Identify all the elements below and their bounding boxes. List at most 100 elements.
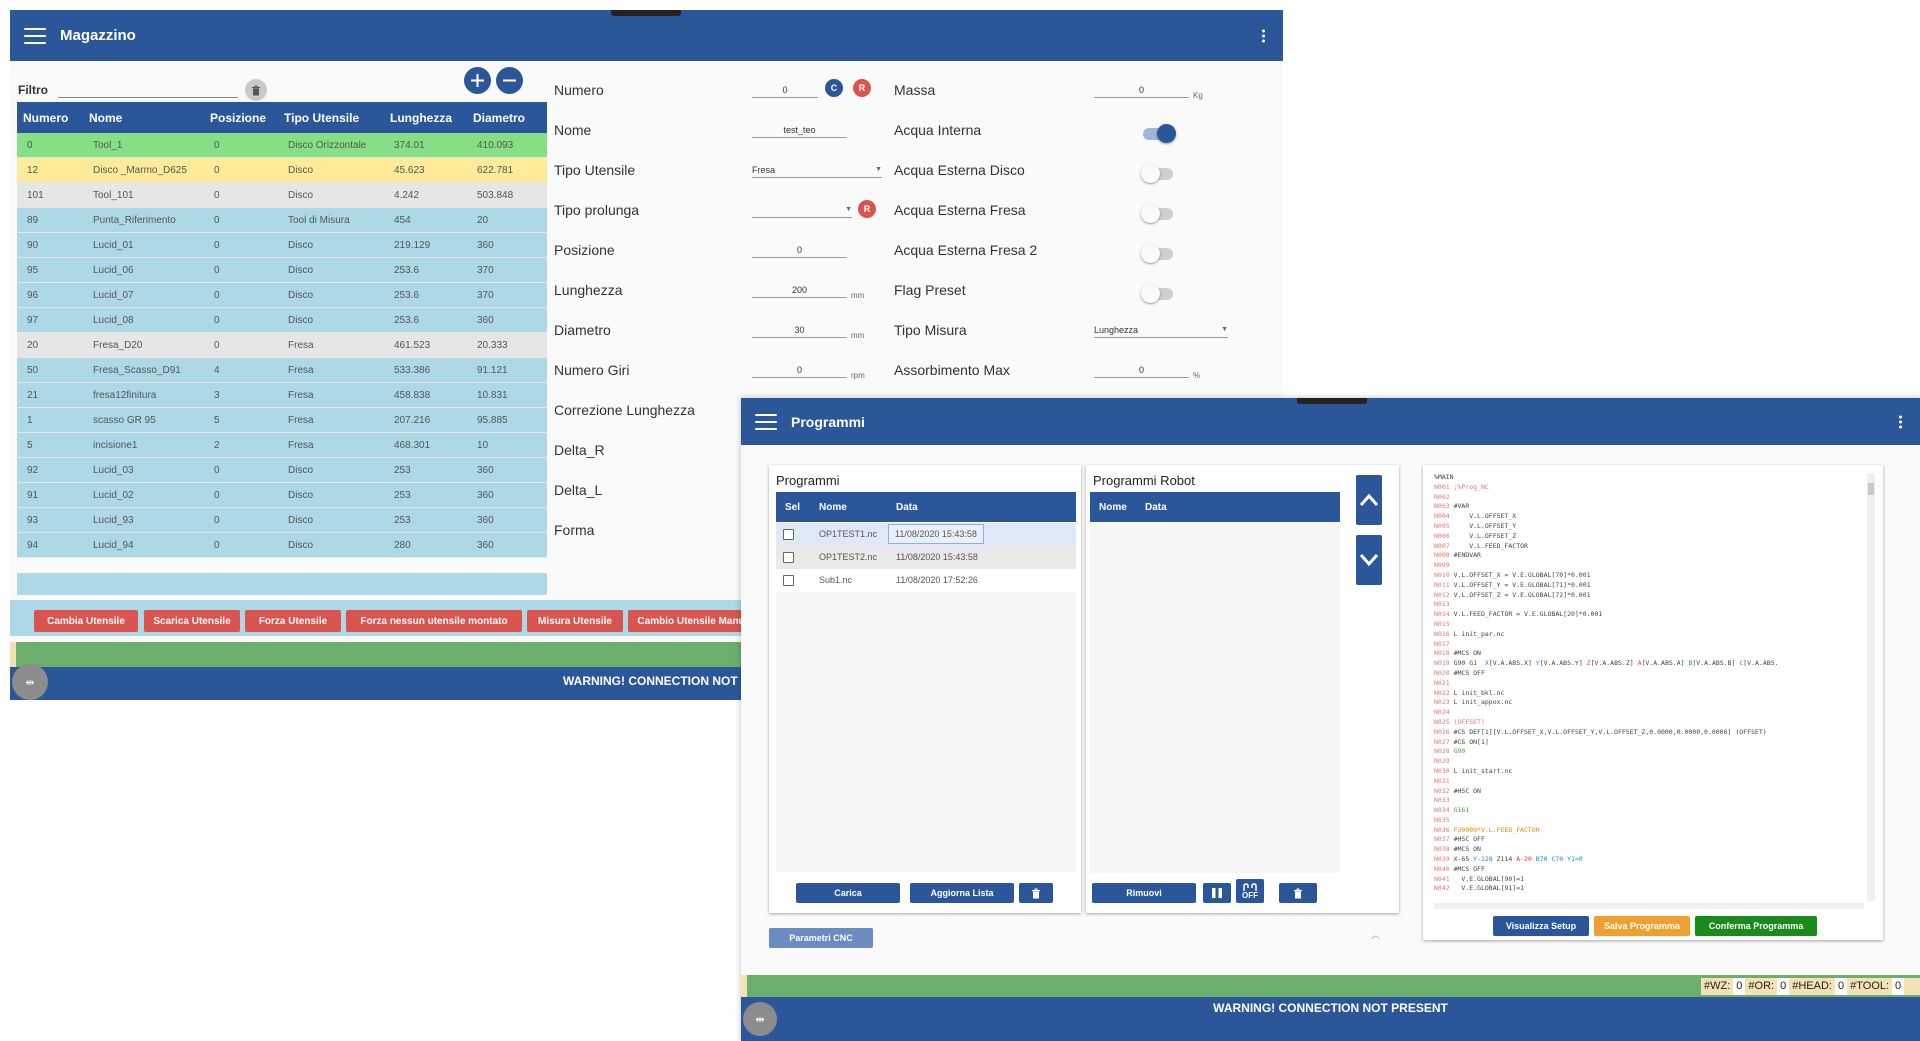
col-numero[interactable]: Numero (17, 102, 83, 133)
diametro-field[interactable]: 30 (752, 323, 847, 338)
delete-robot-program-button[interactable] (1279, 883, 1317, 903)
carica-button[interactable]: Carica (796, 883, 900, 903)
col-posizione[interactable]: Posizione (204, 102, 278, 133)
tipo-misura-select[interactable]: Lunghezza ▼ (1094, 323, 1228, 338)
delete-program-button[interactable] (1019, 883, 1053, 903)
program-row-checkbox[interactable] (783, 552, 794, 563)
massa-field[interactable]: 0 (1094, 83, 1189, 98)
code-token: [V.A.ABS.X] (1488, 659, 1536, 668)
remove-tool-button[interactable] (496, 67, 523, 94)
acqua-interna-toggle[interactable] (1143, 124, 1176, 143)
tool-row[interactable]: 96 Lucid_07 0 Disco 253.6 370 (17, 282, 547, 308)
tipo-utensile-select[interactable]: Fresa ▼ (752, 163, 882, 178)
posizione-field[interactable]: 0 (752, 243, 847, 258)
aggiorna-lista-button[interactable]: Aggiorna Lista (910, 883, 1014, 903)
misura-utensile-button[interactable]: Misura Utensile (527, 610, 623, 632)
rimuovi-button[interactable]: Rimuovi (1092, 883, 1196, 903)
tool-cell-lung: 253 (384, 482, 467, 508)
visualizza-setup-button[interactable]: Visualizza Setup (1493, 916, 1589, 936)
acqua-esterna-disco-toggle[interactable] (1141, 164, 1173, 183)
conferma-programma-button[interactable]: Conferma Programma (1695, 916, 1817, 936)
code-scrollbar-thumb[interactable] (1868, 483, 1874, 495)
tool-row[interactable]: 89 Punta_Riferimento 0 Tool di Misura 454 20 (17, 207, 547, 233)
clear-filter-button[interactable] (245, 79, 267, 101)
code-line: N018 #MCS ON (1434, 649, 1854, 659)
move-down-button[interactable] (1356, 535, 1382, 585)
tool-cell-numero: 94 (17, 532, 83, 558)
col-data[interactable]: Data (896, 502, 918, 513)
menu-icon[interactable] (24, 27, 46, 44)
collapse-chevron-icon[interactable]: ︿ (1371, 928, 1380, 941)
program-row[interactable]: OP1TEST1.nc 11/08/2020 15:43:58 (776, 523, 1076, 546)
program-row[interactable]: OP1TEST2.nc 11/08/2020 15:43:58 (776, 546, 1076, 569)
or-label: #OR: (1745, 978, 1778, 995)
tool-row[interactable]: 50 Fresa_Scasso_D91 4 Fresa 533.386 91.121 (17, 357, 547, 383)
resize-handle[interactable]: ⇹ (743, 1002, 777, 1036)
numero-field[interactable]: 0 (752, 83, 818, 98)
program-row-checkbox[interactable] (783, 575, 794, 586)
col-data[interactable]: Data (1145, 502, 1167, 513)
program-row[interactable]: Sub1.nc 11/08/2020 17:52:26 (776, 569, 1076, 592)
more-options-icon[interactable] (1262, 29, 1265, 42)
programmi-robot-card-title: Programmi Robot (1093, 473, 1195, 488)
parametri-cnc-button[interactable]: Parametri CNC (769, 928, 873, 948)
tool-row[interactable]: 97 Lucid_08 0 Disco 253.6 360 (17, 307, 547, 333)
tool-row[interactable]: 101 Tool_101 0 Disco 4.242 503.848 (17, 182, 547, 208)
nome-field[interactable]: test_teo (752, 123, 847, 138)
tool-row[interactable]: 21 fresa12finitura 3 Fresa 458.838 10.831 (17, 382, 547, 408)
col-nome[interactable]: Nome (1099, 502, 1127, 513)
col-nome[interactable]: Nome (83, 102, 204, 133)
cambia-utensile-button[interactable]: Cambia Utensile (34, 610, 138, 632)
pause-button[interactable] (1203, 883, 1231, 903)
resize-handle[interactable]: ⇹ (12, 664, 48, 700)
tool-cell-diam: 370 (467, 257, 547, 283)
tool-row[interactable]: 5 incisione1 2 Fresa 468.301 10 (17, 432, 547, 458)
forza-nessun-utensile-button[interactable]: Forza nessun utensile montato (346, 610, 522, 632)
code-scrollbar[interactable] (1867, 473, 1875, 901)
acqua-esterna-fresa-toggle[interactable] (1141, 204, 1173, 223)
numero-r-button[interactable]: R (853, 79, 871, 97)
acqua-esterna-fresa2-toggle[interactable] (1141, 244, 1173, 263)
tool-row[interactable]: 20 Fresa_D20 0 Fresa 461.523 20.333 (17, 332, 547, 358)
code-hscrollbar[interactable] (1434, 903, 1864, 909)
col-nome[interactable]: Nome (819, 502, 847, 513)
code-token: N006 (1434, 531, 1454, 540)
col-sel[interactable]: Sel (785, 502, 800, 513)
tool-row[interactable]: 1 scasso GR 95 5 Fresa 207.216 95.885 (17, 407, 547, 433)
code-token: N019 (1434, 659, 1454, 668)
add-tool-button[interactable] (464, 67, 491, 94)
tool-cell-pos: 0 (204, 482, 278, 508)
col-tipo-utensile[interactable]: Tipo Utensile (278, 102, 384, 133)
more-options-icon[interactable] (1899, 415, 1902, 428)
code-token: V.L.OFFSET_Z = V.E.GLOBAL[72]*0.001 (1453, 590, 1591, 599)
tool-cell-numero: 95 (17, 257, 83, 283)
robot-off-button[interactable]: OFF (1236, 879, 1264, 903)
tool-row[interactable]: 94 Lucid_94 0 Disco 280 360 (17, 532, 547, 558)
tool-row[interactable]: 95 Lucid_06 0 Disco 253.6 370 (17, 257, 547, 283)
scarica-utensile-button[interactable]: Scarica Utensile (144, 610, 240, 632)
tool-row[interactable]: 90 Lucid_01 0 Disco 219.129 360 (17, 232, 547, 258)
move-up-button[interactable] (1356, 475, 1382, 525)
forza-utensile-button[interactable]: Forza Utensile (245, 610, 341, 632)
tool-row[interactable]: 92 Lucid_03 0 Disco 253 360 (17, 457, 547, 483)
lunghezza-field[interactable]: 200 (752, 283, 847, 298)
tipo-prolunga-r-button[interactable]: R (858, 200, 876, 218)
menu-icon[interactable] (755, 413, 777, 430)
numero-giri-field[interactable]: 0 (752, 363, 847, 378)
col-lunghezza[interactable]: Lunghezza (384, 102, 467, 133)
salva-programma-button[interactable]: Salva Programma (1594, 916, 1690, 936)
col-diametro[interactable]: Diametro (467, 102, 547, 133)
numero-c-button[interactable]: C (825, 79, 843, 97)
tipo-prolunga-select[interactable]: ▼ (752, 203, 852, 218)
tool-cell-pos: 0 (204, 207, 278, 233)
tool-row[interactable]: 0 Tool_1 0 Disco Orizzontale 374.01 410.093 (17, 133, 547, 158)
tool-row[interactable]: 12 Disco _Marmo_D625 0 Disco 45.623 622.781 (17, 157, 547, 183)
tool-row[interactable]: 91 Lucid_02 0 Disco 253 360 (17, 482, 547, 508)
filter-input[interactable] (58, 81, 238, 98)
flag-preset-toggle[interactable] (1141, 284, 1173, 303)
program-row-name: OP1TEST1.nc (819, 529, 878, 539)
tool-row[interactable]: 93 Lucid_93 0 Disco 253 360 (17, 507, 547, 533)
assorbimento-max-field[interactable]: 0 (1094, 363, 1189, 378)
program-row-checkbox[interactable] (783, 529, 794, 540)
code-editor[interactable]: %MAIN N001 ;%Prog_NC N002 N003 #VAR N004 V.L… (1434, 473, 1854, 893)
